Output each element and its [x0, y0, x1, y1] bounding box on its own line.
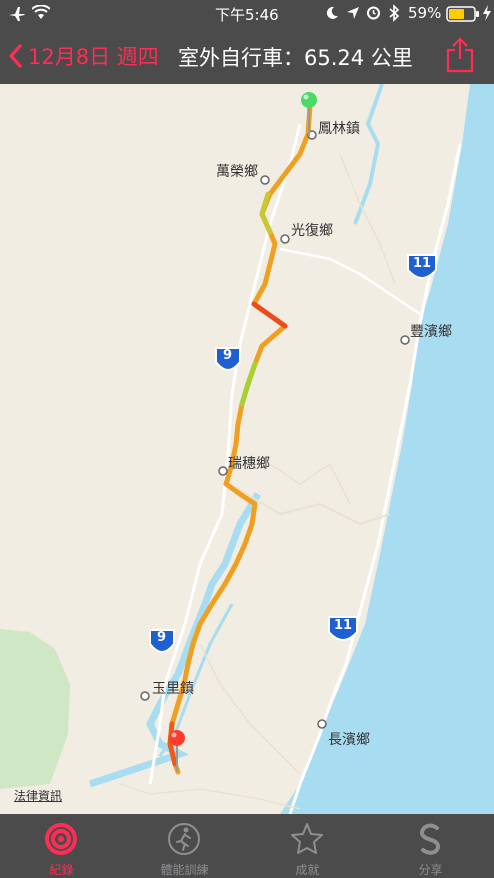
tab-workouts[interactable]: 體能訓練 [123, 814, 246, 878]
route-shield-11-south-label: 11 [334, 618, 353, 633]
share-icon[interactable] [446, 37, 474, 73]
tab-workouts-label: 體能訓練 [160, 863, 209, 877]
place-yuli: 玉里鎮 [152, 681, 194, 697]
town-dot-ruisui [218, 466, 228, 476]
map-background [0, 84, 494, 814]
road-cross-1 [279, 247, 421, 316]
tab-sharing-label: 分享 [418, 863, 443, 877]
route-shield-9-south-label: 9 [157, 630, 167, 645]
alarm-icon [367, 6, 380, 20]
share-s-icon [419, 823, 441, 855]
battery-icon [446, 6, 479, 22]
road-minor-1 [199, 643, 301, 775]
pacific-ocean [280, 84, 494, 814]
star-badge-icon [291, 823, 323, 854]
road-minor-2 [339, 153, 396, 285]
battery-percent: 59% [408, 4, 442, 22]
town-dot-wanrong [260, 175, 270, 185]
route-shield-9-north-label: 9 [223, 348, 233, 363]
place-ruisui: 瑞穗鄉 [228, 456, 270, 472]
chevron-left-icon [9, 44, 22, 68]
bluetooth-icon [389, 4, 400, 22]
place-wanrong: 萬榮鄉 [216, 164, 258, 180]
place-changbin: 長濱鄉 [328, 732, 370, 748]
location-arrow-icon [347, 7, 359, 19]
moon-icon [326, 6, 338, 19]
route-map[interactable]: 9 9 11 11 鳳林鎮 萬榮鄉 光復鄉 豐濱鄉 瑞穗鄉 玉里鎮 長濱鄉 法律… [0, 84, 494, 814]
road-minor-3 [269, 462, 351, 505]
place-fenglin: 鳳林鎮 [318, 121, 360, 137]
wifi-icon [32, 5, 50, 19]
page-title: 室外自行車：65.24 公里 [178, 46, 413, 70]
route-slow-segment-1 [251, 301, 288, 329]
route-shield-11-north-label: 11 [413, 256, 432, 271]
navigation-bar: 12月8日 週四 室外自行車：65.24 公里 [0, 28, 494, 84]
tab-achievements[interactable]: 成就 [246, 814, 369, 878]
activity-rings-icon [45, 823, 77, 855]
running-figure-icon [168, 823, 200, 855]
legal-link[interactable]: 法律資訊 [14, 787, 62, 804]
place-guangfu: 光復鄉 [291, 223, 333, 239]
airplane-icon [9, 7, 25, 21]
status-bar: 下午5:46 59% [0, 0, 494, 28]
mountain-area [0, 629, 70, 789]
town-dot-fengbin [400, 335, 410, 345]
back-button[interactable]: 12月8日 週四 [8, 38, 159, 74]
route-fast-segment-2 [259, 191, 273, 235]
tab-bar: 紀錄 體能訓練 成就 分享 [0, 814, 494, 878]
status-time: 下午5:46 [215, 6, 279, 24]
place-fengbin: 豐濱鄉 [410, 324, 452, 340]
road-minor-4 [119, 783, 301, 810]
tab-achievements-label: 成就 [295, 863, 320, 877]
tab-sharing[interactable]: 分享 [369, 814, 492, 878]
town-dot-yuli [140, 691, 150, 701]
start-pin-icon [301, 92, 317, 136]
tab-history-label: 紀錄 [49, 863, 74, 877]
tab-history[interactable]: 紀錄 [0, 814, 123, 878]
charging-bolt-icon [483, 5, 491, 21]
back-label: 12月8日 週四 [28, 45, 159, 69]
town-dot-guangfu [280, 234, 290, 244]
route-fast-segment-1 [239, 361, 258, 407]
route-line [167, 103, 313, 775]
town-dot-changbin [317, 719, 327, 729]
